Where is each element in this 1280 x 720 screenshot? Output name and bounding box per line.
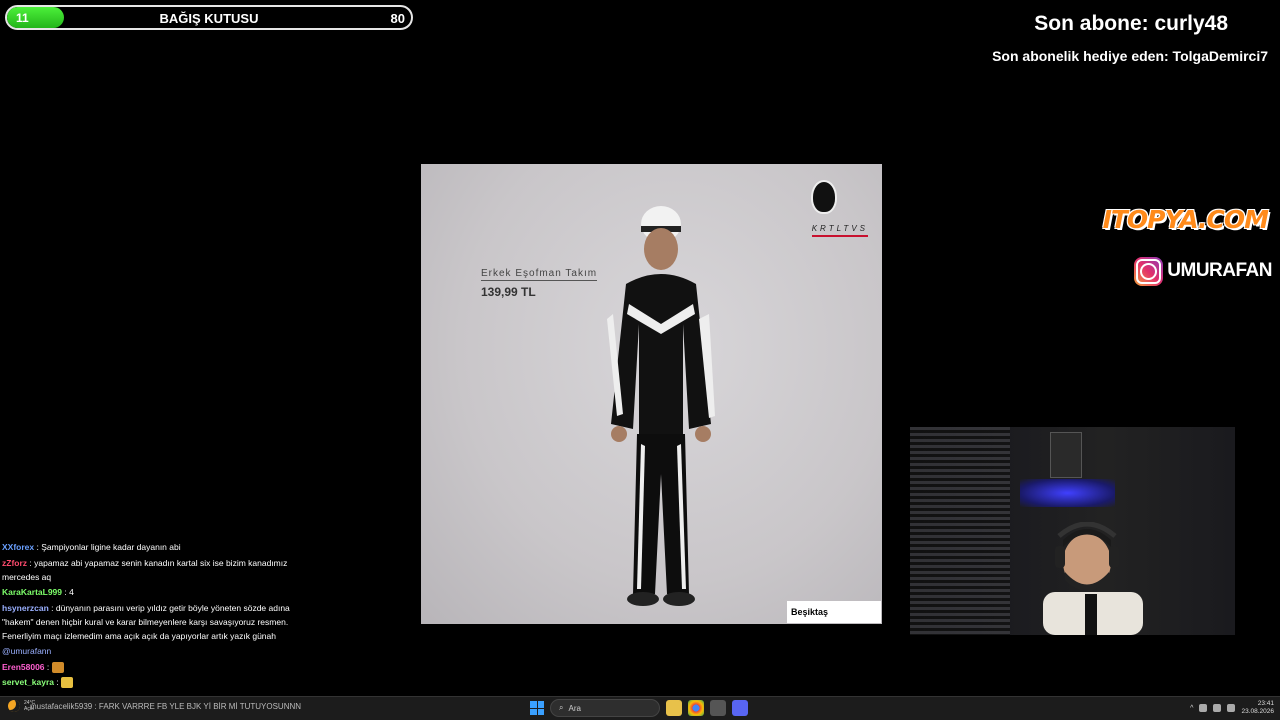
chat-username: hsynerzcan: [2, 602, 49, 613]
taskbar: 24°C Açık mustafacelik5939 : FARK VARRRE…: [0, 696, 1280, 720]
chat-username: XXforex: [2, 542, 35, 552]
start-button[interactable]: [530, 701, 544, 715]
window-blinds: [910, 427, 1010, 635]
brand-label: KRTLTVS: [811, 224, 868, 237]
last-subscriber: Son abone: curly48: [1034, 12, 1228, 35]
wall-poster: [1050, 432, 1082, 478]
donation-bar: 11 BAĞIŞ KUTUSU 80: [5, 5, 413, 30]
chat-message: hsynerzcan : dünyanın parasını verip yıl…: [2, 602, 290, 641]
chat-overlay: XXforex : Şampiyonlar ligine kadar dayan…: [2, 540, 302, 691]
system-tray: ^ 23:41 23.08.2026: [1190, 700, 1274, 716]
clock-date: 23.08.2026: [1241, 708, 1274, 715]
donation-goal: 80: [390, 11, 405, 26]
instagram-icon: [1134, 256, 1164, 286]
chat-message: KaraKartaL999 : 4: [2, 587, 74, 597]
file-explorer-icon[interactable]: [666, 700, 682, 716]
search-placeholder: Ara: [568, 703, 581, 713]
last-gift-sub: Son abonelik hediye eden: TolgaDemirci7: [992, 48, 1268, 64]
moon-icon: [8, 700, 20, 712]
webcam-feed: [910, 427, 1235, 635]
chat-username: servet_kayra: [2, 677, 54, 687]
search-icon: ⌕: [559, 703, 564, 712]
led-light: [1020, 479, 1115, 507]
streamer-figure: [1043, 522, 1143, 635]
chat-text: Şampiyonlar ligine kadar dayanın abi: [41, 542, 181, 552]
instagram-username: UMURAFAN: [1167, 260, 1272, 281]
chat-message: @umurafann: [2, 644, 302, 658]
chat-username: zZforz: [2, 557, 28, 568]
shared-image: KRTLTVS Erkek Eşofman Takım 139,99 TL Be…: [421, 164, 882, 624]
chrome-icon[interactable]: [688, 700, 704, 716]
chat-text: yapamaz abi yapamaz senin kanadın kartal…: [2, 557, 288, 582]
store-banner: Beşiktaş: [787, 601, 881, 623]
chat-username: Eren58006: [2, 661, 45, 672]
clock-time: 23:41: [1257, 700, 1274, 707]
chat-message: servet_kayra :: [2, 675, 302, 689]
chat-text: 4: [69, 587, 74, 597]
donation-title: BAĞIŞ KUTUSU: [159, 11, 259, 26]
chat-message: Eren58006 :: [2, 660, 302, 674]
chat-username: KaraKartaL999: [2, 587, 63, 597]
club-crest: [811, 180, 837, 214]
discord-icon[interactable]: [732, 700, 748, 716]
sponsor-logo: ITOPYA.COM: [1102, 205, 1269, 234]
product-price: 139,99 TL: [481, 285, 536, 299]
taskbar-search[interactable]: ⌕ Ara: [550, 699, 660, 717]
clock[interactable]: 23:41 23.08.2026: [1241, 700, 1274, 716]
emote-icon: [51, 661, 64, 673]
chat-message: XXforex : Şampiyonlar ligine kadar dayan…: [2, 542, 181, 552]
network-icon[interactable]: [1199, 704, 1208, 712]
obs-icon[interactable]: [710, 700, 726, 716]
battery-icon[interactable]: [1227, 704, 1236, 712]
instagram-handle: UMURAFAN: [1134, 256, 1272, 286]
chat-message: zZforz : yapamaz abi yapamaz senin kanad…: [2, 557, 288, 582]
chat-ticker: mustafacelik5939 : FARK VARRRE FB YLE BJ…: [30, 702, 302, 711]
chevron-up-icon[interactable]: ^: [1190, 705, 1193, 712]
volume-icon[interactable]: [1213, 704, 1222, 712]
model-figure: [607, 206, 715, 606]
chat-mention: @umurafann: [2, 646, 52, 656]
emote-icon: [61, 677, 74, 689]
taskbar-apps: ⌕ Ara: [530, 699, 748, 717]
